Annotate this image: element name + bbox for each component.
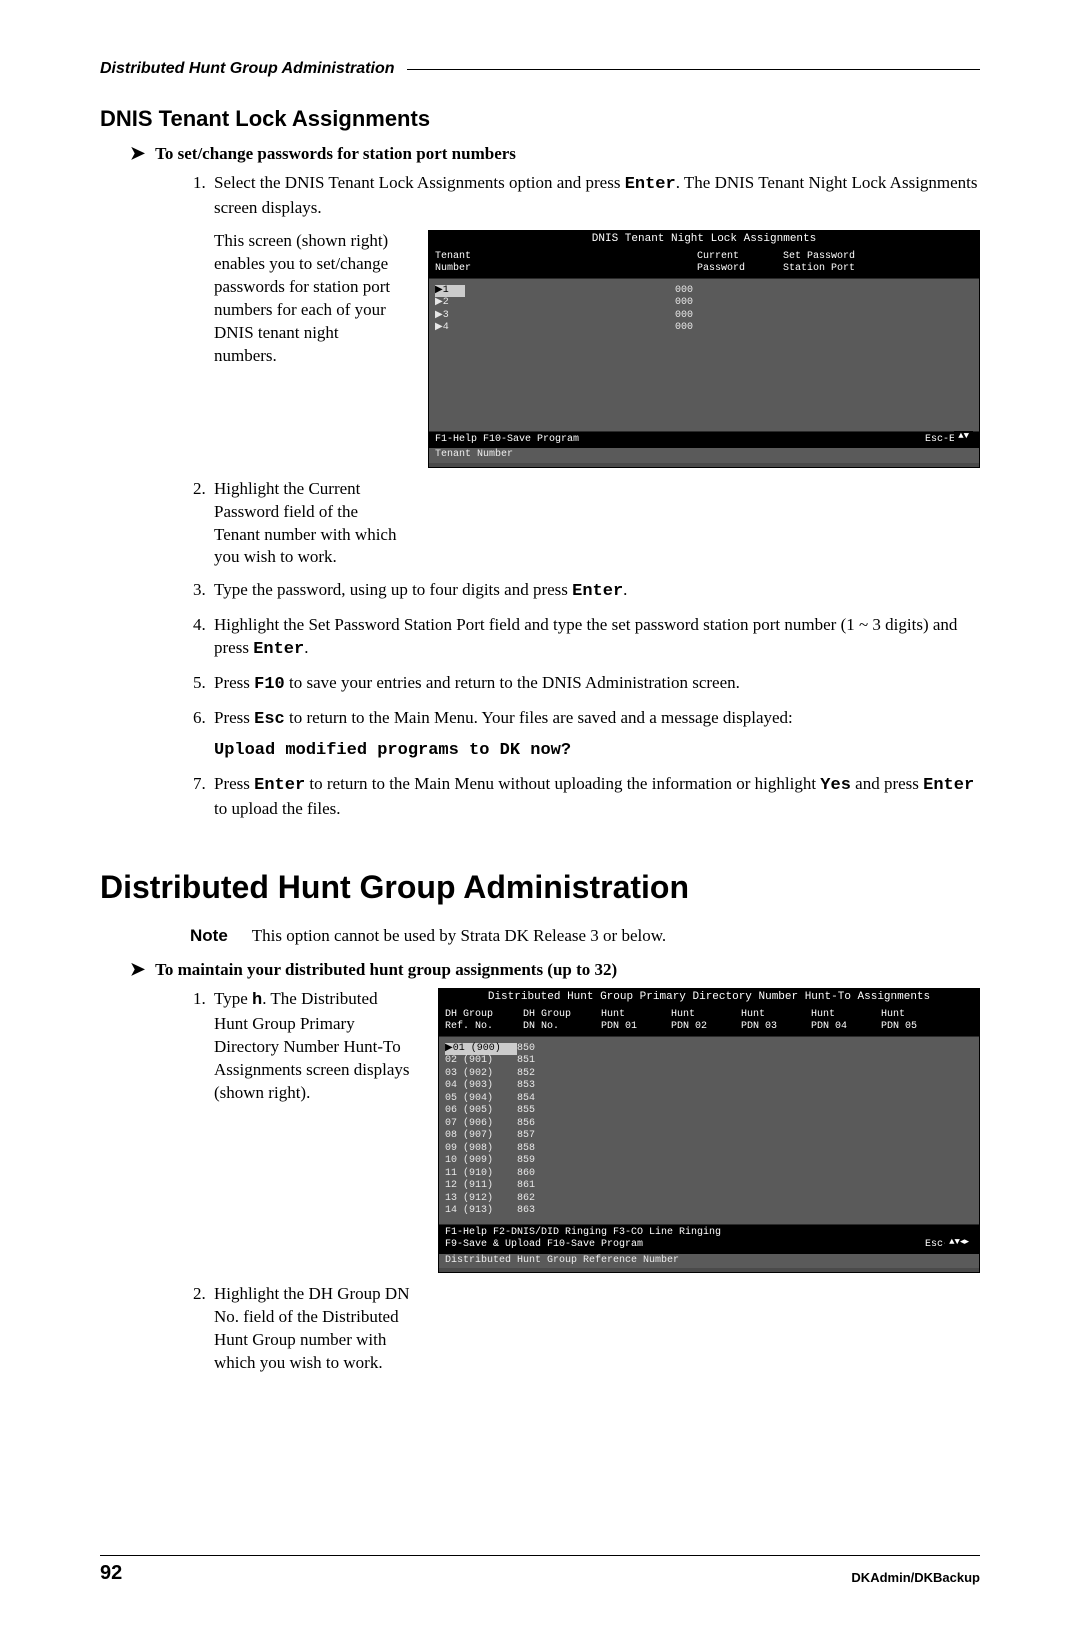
term1-row: ▶1000 (435, 285, 973, 298)
term1-hdr3a: Set Password (783, 251, 855, 262)
key-enter: Enter (625, 175, 676, 194)
step-5-text-a: Press (214, 673, 254, 692)
step-5-text-b: to save your entries and return to the D… (285, 673, 740, 692)
term2-row: 08 (907)857 (445, 1130, 973, 1143)
term2-scroll-icon: ▲▼◂▸ (945, 1237, 973, 1248)
term2-row: 03 (902)852 (445, 1068, 973, 1081)
arrow-icon: ➤ (130, 144, 145, 162)
term2-row: 05 (904)854 (445, 1093, 973, 1106)
note-label: Note (190, 926, 252, 946)
step-4-text-b: . (304, 638, 308, 657)
running-head-rule (407, 69, 981, 70)
page-footer: 92 DKAdmin/DKBackup (100, 1555, 980, 1585)
term2-body: ▶01 (900)850 02 (901)851 03 (902)852 04 … (439, 1036, 979, 1225)
term2-footer2: Distributed Hunt Group Reference Number (439, 1254, 979, 1269)
arrow-icon-2: ➤ (130, 960, 145, 978)
term1-title: DNIS Tenant Night Lock Assignments (429, 231, 979, 249)
term2-row: 06 (905)855 (445, 1105, 973, 1118)
term2-foot-l2: F9-Save & Upload F10-Save Program (445, 1239, 643, 1252)
step-6-text-b: to return to the Main Menu. Your files a… (285, 708, 793, 727)
s2-step-1: Type h. The Distributed Hunt Group Prima… (210, 988, 980, 1273)
steps-list-2: Type h. The Distributed Hunt Group Prima… (160, 988, 980, 1375)
step-7-text-a: Press (214, 774, 254, 793)
section-heading-dhg: Distributed Hunt Group Administration (100, 869, 980, 906)
steps-list-1: Select the DNIS Tenant Lock Assignments … (160, 172, 980, 821)
footer-right: DKAdmin/DKBackup (851, 1570, 980, 1585)
key-enter-2: Enter (572, 582, 623, 601)
term1-hdr2b: Password (697, 263, 745, 274)
term1-row: ▶2000 (435, 297, 973, 310)
running-head: Distributed Hunt Group Administration (100, 60, 407, 78)
key-yes: Yes (820, 776, 851, 795)
step-2-text: Highlight the Current Password field of … (214, 478, 404, 570)
term2-row: 13 (912)862 (445, 1193, 973, 1206)
step-1-side-text: This screen (shown right) enables you to… (214, 230, 404, 368)
term2-title: Distributed Hunt Group Primary Directory… (439, 989, 979, 1007)
key-enter-3: Enter (253, 640, 304, 659)
step-6: Press Esc to return to the Main Menu. Yo… (210, 707, 980, 763)
term1-footer2: Tenant Number (429, 448, 979, 463)
page-number: 92 (100, 1562, 122, 1585)
key-f10: F10 (254, 675, 285, 694)
term2-footer: F1-Help F2-DNIS/DID Ringing F3-CO Line R… (439, 1225, 979, 1254)
upload-prompt: Upload modified programs to DK now? (214, 740, 980, 763)
term2-row: 11 (910)860 (445, 1168, 973, 1181)
s2-step-2-text: Highlight the DH Group DN No. field of t… (214, 1283, 414, 1375)
step-1-text-a: Select the DNIS Tenant Lock Assignments … (214, 173, 625, 192)
note-text: This option cannot be used by Strata DK … (252, 926, 666, 946)
term1-scroll-icon: ▲▼ (954, 431, 973, 442)
term2-row: ▶01 (900)850 (445, 1043, 973, 1056)
term1-header: Tenant Number Current Password Set Passw… (429, 249, 979, 278)
term1-footer: F1-Help F10-Save Program Esc-Exit (429, 432, 979, 449)
step-3-text-a: Type the password, using up to four digi… (214, 580, 572, 599)
step-3: Type the password, using up to four digi… (210, 579, 980, 604)
step-7: Press Enter to return to the Main Menu w… (210, 773, 980, 821)
term2-row: 12 (911)861 (445, 1180, 973, 1193)
step-4: Highlight the Set Password Station Port … (210, 614, 980, 662)
step-5: Press F10 to save your entries and retur… (210, 672, 980, 697)
step-4-text-a: Highlight the Set Password Station Port … (214, 615, 957, 657)
term2-row: 10 (909)859 (445, 1155, 973, 1168)
step-7-text-d: to upload the files. (214, 799, 341, 818)
term2-row: 04 (903)853 (445, 1080, 973, 1093)
step-2: Highlight the Current Password field of … (210, 478, 980, 570)
term2-row: 09 (908)858 (445, 1143, 973, 1156)
step-6-text-a: Press (214, 708, 254, 727)
running-head-row: Distributed Hunt Group Administration (100, 60, 980, 78)
note-row: Note This option cannot be used by Strat… (190, 926, 980, 946)
term1-foot-left: F1-Help F10-Save Program (435, 434, 579, 447)
term1-hdr1b: Number (435, 263, 471, 274)
term1-row: ▶3000 (435, 310, 973, 323)
term1-hdr2a: Current (697, 251, 739, 262)
terminal-screenshot-2: Distributed Hunt Group Primary Directory… (438, 988, 980, 1273)
step-3-text-b: . (623, 580, 627, 599)
procedure-title-2: To maintain your distributed hunt group … (155, 960, 617, 980)
step-7-text-b: to return to the Main Menu without uploa… (305, 774, 820, 793)
term2-foot-l1: F1-Help F2-DNIS/DID Ringing F3-CO Line R… (445, 1227, 721, 1240)
term1-row: ▶4000 (435, 322, 973, 335)
s2-step-1-text: Type h. The Distributed Hunt Group Prima… (214, 988, 414, 1105)
term2-row: 07 (906)856 (445, 1118, 973, 1131)
step-7-text-c: and press (851, 774, 923, 793)
term1-hdr3b: Station Port (783, 263, 855, 274)
section-heading-dnis: DNIS Tenant Lock Assignments (100, 106, 980, 132)
s2-step1-a: Type (214, 989, 252, 1008)
term1-body: ▶1000▶2000▶3000▶4000 (429, 278, 979, 432)
procedure-title-1: To set/change passwords for station port… (155, 144, 516, 164)
term2-row: 02 (901)851 (445, 1055, 973, 1068)
procedure-heading-1: ➤ To set/change passwords for station po… (130, 144, 980, 164)
page: Distributed Hunt Group Administration DN… (0, 0, 1080, 1625)
term2-header: DH GroupRef. No.DH GroupDN No.HuntPDN 01… (439, 1007, 979, 1036)
key-enter-5: Enter (923, 776, 974, 795)
key-h: h (252, 991, 262, 1010)
term2-row: 14 (913)863 (445, 1205, 973, 1218)
key-esc: Esc (254, 710, 285, 729)
step-1: Select the DNIS Tenant Lock Assignments … (210, 172, 980, 468)
terminal-screenshot-1: DNIS Tenant Night Lock Assignments Tenan… (428, 230, 980, 468)
procedure-heading-2: ➤ To maintain your distributed hunt grou… (130, 960, 980, 980)
s2-step-2: Highlight the DH Group DN No. field of t… (210, 1283, 980, 1375)
key-enter-4: Enter (254, 776, 305, 795)
term1-hdr1a: Tenant (435, 251, 471, 262)
